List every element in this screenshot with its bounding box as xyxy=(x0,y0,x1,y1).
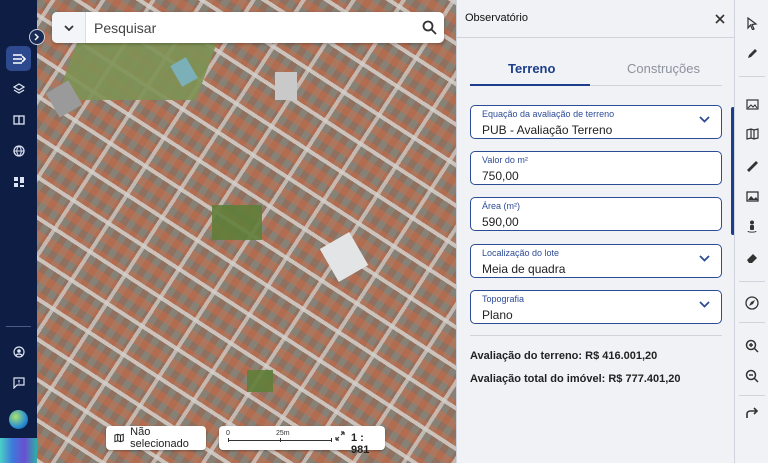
expand-icon[interactable] xyxy=(335,431,345,443)
map-icon xyxy=(114,433,124,443)
pencil-icon[interactable] xyxy=(744,46,760,62)
results-divider xyxy=(470,335,722,336)
field-label: Topografia xyxy=(482,294,525,304)
field-value: PUB - Avaliação Terreno xyxy=(482,123,613,137)
toolbar-divider xyxy=(739,281,765,282)
field-label: Localização do lote xyxy=(482,248,560,258)
photo-icon[interactable] xyxy=(744,188,760,204)
field-value: Plano xyxy=(482,308,513,322)
map-book-icon[interactable] xyxy=(744,126,760,142)
scale-zero-label: 0 xyxy=(226,430,230,437)
field-label: Valor do m² xyxy=(482,155,528,165)
layers-panel-icon[interactable] xyxy=(6,46,31,71)
green-field xyxy=(212,205,262,240)
scale-tick xyxy=(228,438,229,442)
panel-title: Observatório xyxy=(465,12,528,24)
lot-location-select[interactable]: Localização do lote Meia de quadra xyxy=(470,244,722,278)
rail-divider xyxy=(6,326,31,327)
field-value: 590,00 xyxy=(482,215,519,229)
green-field xyxy=(247,370,273,392)
chevron-down-icon xyxy=(699,255,710,262)
dashboard-icon[interactable] xyxy=(6,169,31,194)
map-toolbar xyxy=(734,0,768,463)
toolbar-divider xyxy=(739,395,765,396)
area-field[interactable]: Área (m²) 590,00 xyxy=(470,197,722,231)
earth-logo-icon[interactable] xyxy=(9,410,28,429)
compass-icon[interactable] xyxy=(744,295,760,311)
scale-mid-label: 25m xyxy=(276,430,290,437)
terrain-equation-select[interactable]: Equação da avaliação de terreno PUB - Av… xyxy=(470,105,722,139)
account-icon[interactable] xyxy=(6,339,31,364)
search-bar xyxy=(52,12,444,43)
toolbar-divider xyxy=(739,76,765,77)
globe-icon[interactable] xyxy=(6,138,31,163)
scale-ratio[interactable]: 1 : 981 xyxy=(351,432,385,456)
image-landscape-icon[interactable] xyxy=(744,96,760,112)
topography-select[interactable]: Topografia Plano xyxy=(470,290,722,324)
tab-terreno[interactable]: Terreno xyxy=(508,61,555,76)
building-roof xyxy=(275,72,297,100)
price-per-m2-field[interactable]: Valor do m² 750,00 xyxy=(470,151,722,185)
field-value: 750,00 xyxy=(482,169,519,183)
field-value: Meia de quadra xyxy=(482,262,566,276)
active-tab-indicator xyxy=(470,84,590,86)
stack-icon[interactable] xyxy=(6,76,31,101)
pointer-icon[interactable] xyxy=(744,15,760,31)
search-icon[interactable] xyxy=(414,20,444,35)
tab-underline xyxy=(590,85,722,86)
observatory-panel: Observatório Terreno Construções Equação… xyxy=(456,0,735,463)
selection-status-button[interactable]: Não selecionado xyxy=(106,426,206,450)
ruler-icon[interactable] xyxy=(744,158,760,174)
chevron-down-icon xyxy=(699,116,710,123)
search-dropdown-button[interactable] xyxy=(52,12,86,43)
book-icon[interactable] xyxy=(6,107,31,132)
field-label: Equação da avaliação de terreno xyxy=(482,109,615,119)
field-label: Área (m²) xyxy=(482,201,520,211)
zoom-in-icon[interactable] xyxy=(744,338,760,354)
scale-bar: 0 25m 1 : 981 xyxy=(219,426,385,456)
scale-tick xyxy=(331,438,332,442)
tab-construcoes[interactable]: Construções xyxy=(627,61,700,76)
feedback-icon[interactable] xyxy=(6,370,31,395)
collapse-nav-button[interactable] xyxy=(29,29,45,45)
close-icon[interactable] xyxy=(715,11,725,27)
brand-strip xyxy=(0,438,37,463)
scale-tick xyxy=(280,438,281,442)
zoom-out-icon[interactable] xyxy=(744,368,760,384)
terrain-valuation-result: Avaliação do terreno: R$ 416.001,20 xyxy=(470,350,658,362)
share-arrow-icon[interactable] xyxy=(744,405,760,421)
eraser-icon[interactable] xyxy=(744,250,760,266)
map-canvas[interactable] xyxy=(37,0,456,463)
chevron-down-icon xyxy=(63,24,74,31)
panel-divider xyxy=(457,37,735,38)
search-input[interactable] xyxy=(86,13,414,42)
chevron-down-icon xyxy=(699,301,710,308)
nav-rail xyxy=(0,0,37,463)
total-valuation-result: Avaliação total do imóvel: R$ 777.401,20 xyxy=(470,373,681,385)
street-view-icon[interactable] xyxy=(744,219,760,235)
building-roof xyxy=(319,232,369,282)
toolbar-divider xyxy=(739,322,765,323)
selection-label: Não selecionado xyxy=(130,426,189,450)
